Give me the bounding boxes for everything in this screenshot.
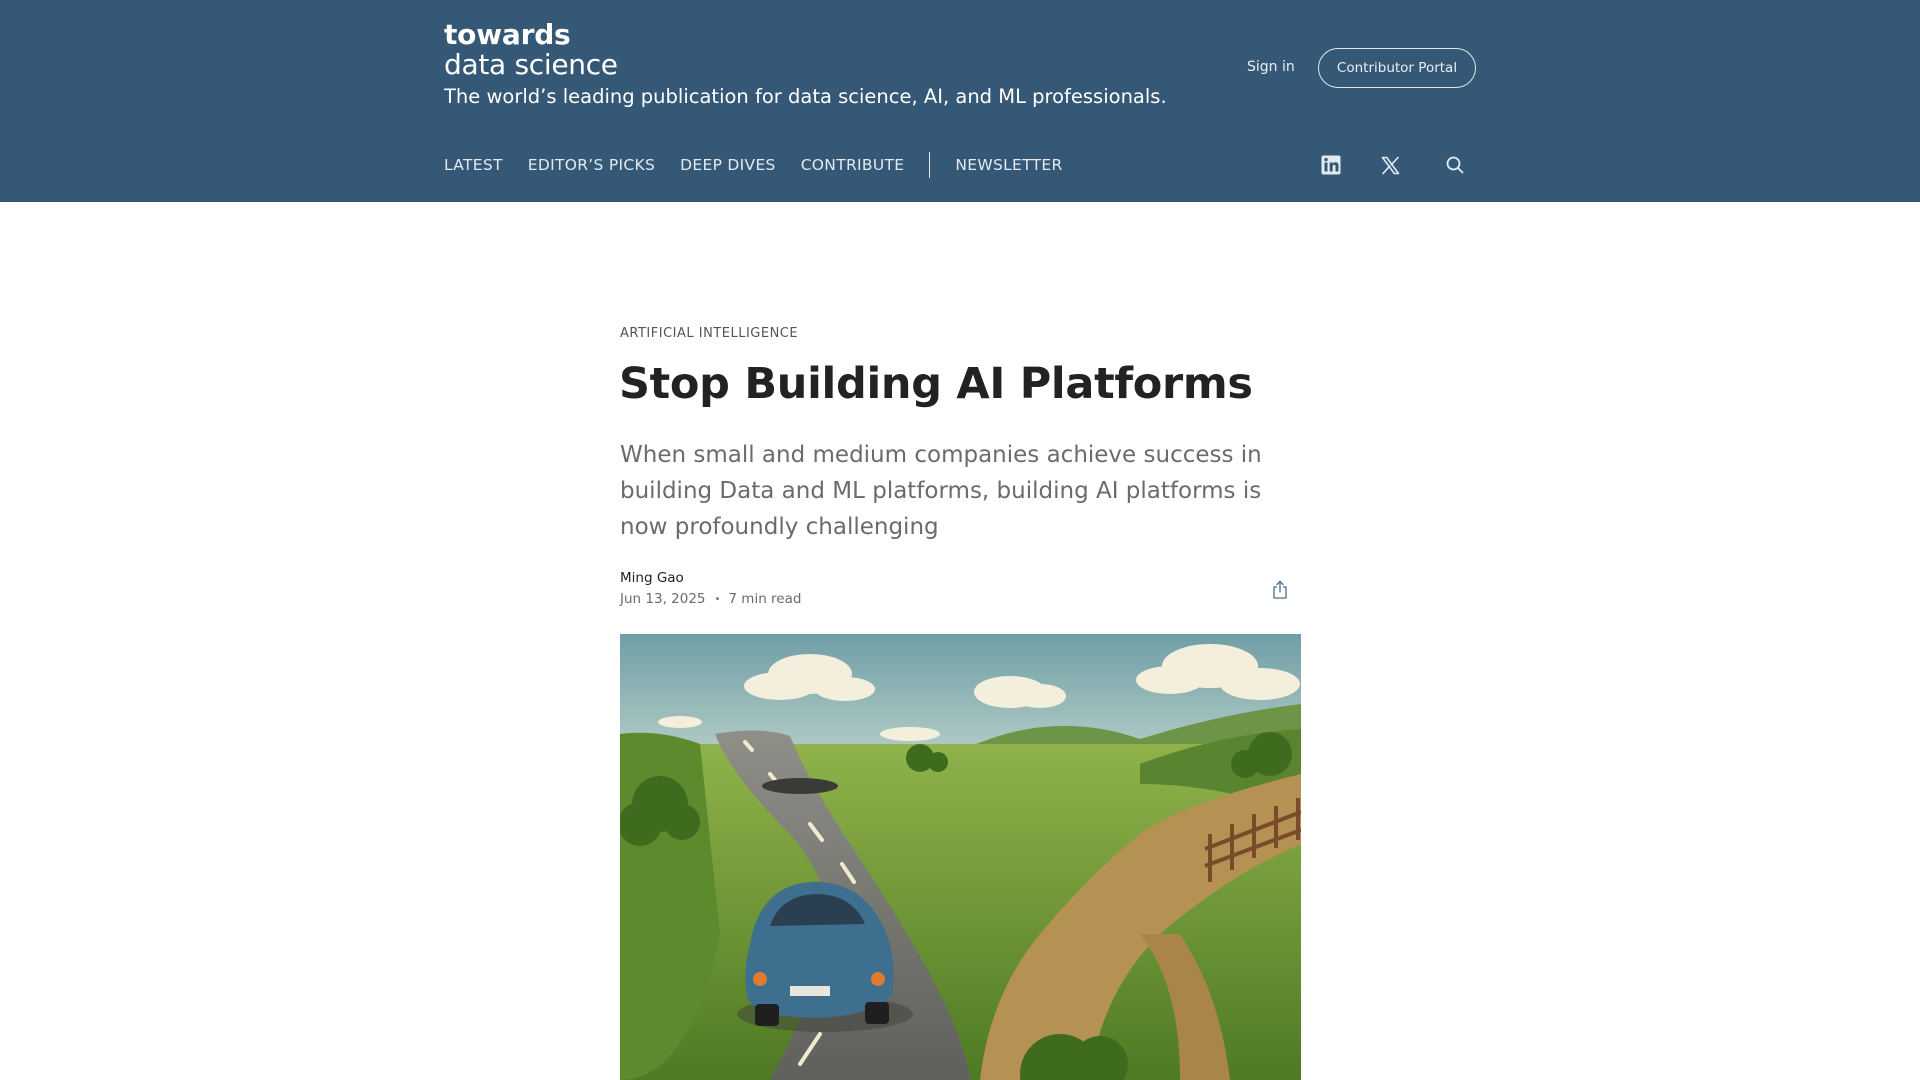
linkedin-icon[interactable] [1318, 152, 1344, 178]
nav-contribute[interactable]: CONTRIBUTE [801, 156, 905, 174]
search-icon[interactable] [1442, 152, 1468, 178]
nav-editors-picks[interactable]: EDITOR’S PICKS [528, 156, 655, 174]
main-nav: LATEST EDITOR’S PICKS DEEP DIVES CONTRIB… [444, 150, 1088, 180]
share-icon[interactable] [1268, 578, 1292, 602]
read-time: 7 min read [728, 591, 802, 607]
sign-in-link[interactable]: Sign in [1247, 59, 1295, 75]
nav-divider [929, 152, 931, 178]
nav-latest[interactable]: LATEST [444, 156, 503, 174]
nav-newsletter[interactable]: NEWSLETTER [955, 156, 1062, 174]
article-meta: Jun 13, 2025 • 7 min read [620, 591, 801, 607]
nav-deep-dives[interactable]: DEEP DIVES [680, 156, 776, 174]
site-header: towards data science The world’s leading… [0, 0, 1920, 202]
article-subtitle: When small and medium companies achieve … [620, 442, 1262, 540]
site-tagline: The world’s leading publication for data… [444, 85, 1167, 108]
contributor-portal-button[interactable]: Contributor Portal [1318, 48, 1476, 88]
hero-image [620, 634, 1301, 1080]
x-icon[interactable] [1377, 152, 1403, 178]
article-title: Stop Building AI Platforms [619, 359, 1253, 409]
meta-separator: • [714, 593, 721, 605]
article-category[interactable]: ARTIFICIAL INTELLIGENCE [620, 326, 798, 341]
logo-line-1: towards [444, 18, 571, 51]
publish-date: Jun 13, 2025 [620, 591, 706, 607]
logo-line-2: data science [444, 48, 618, 81]
author-name[interactable]: Ming Gao [620, 570, 684, 586]
site-logo[interactable]: towards data science [444, 20, 618, 80]
